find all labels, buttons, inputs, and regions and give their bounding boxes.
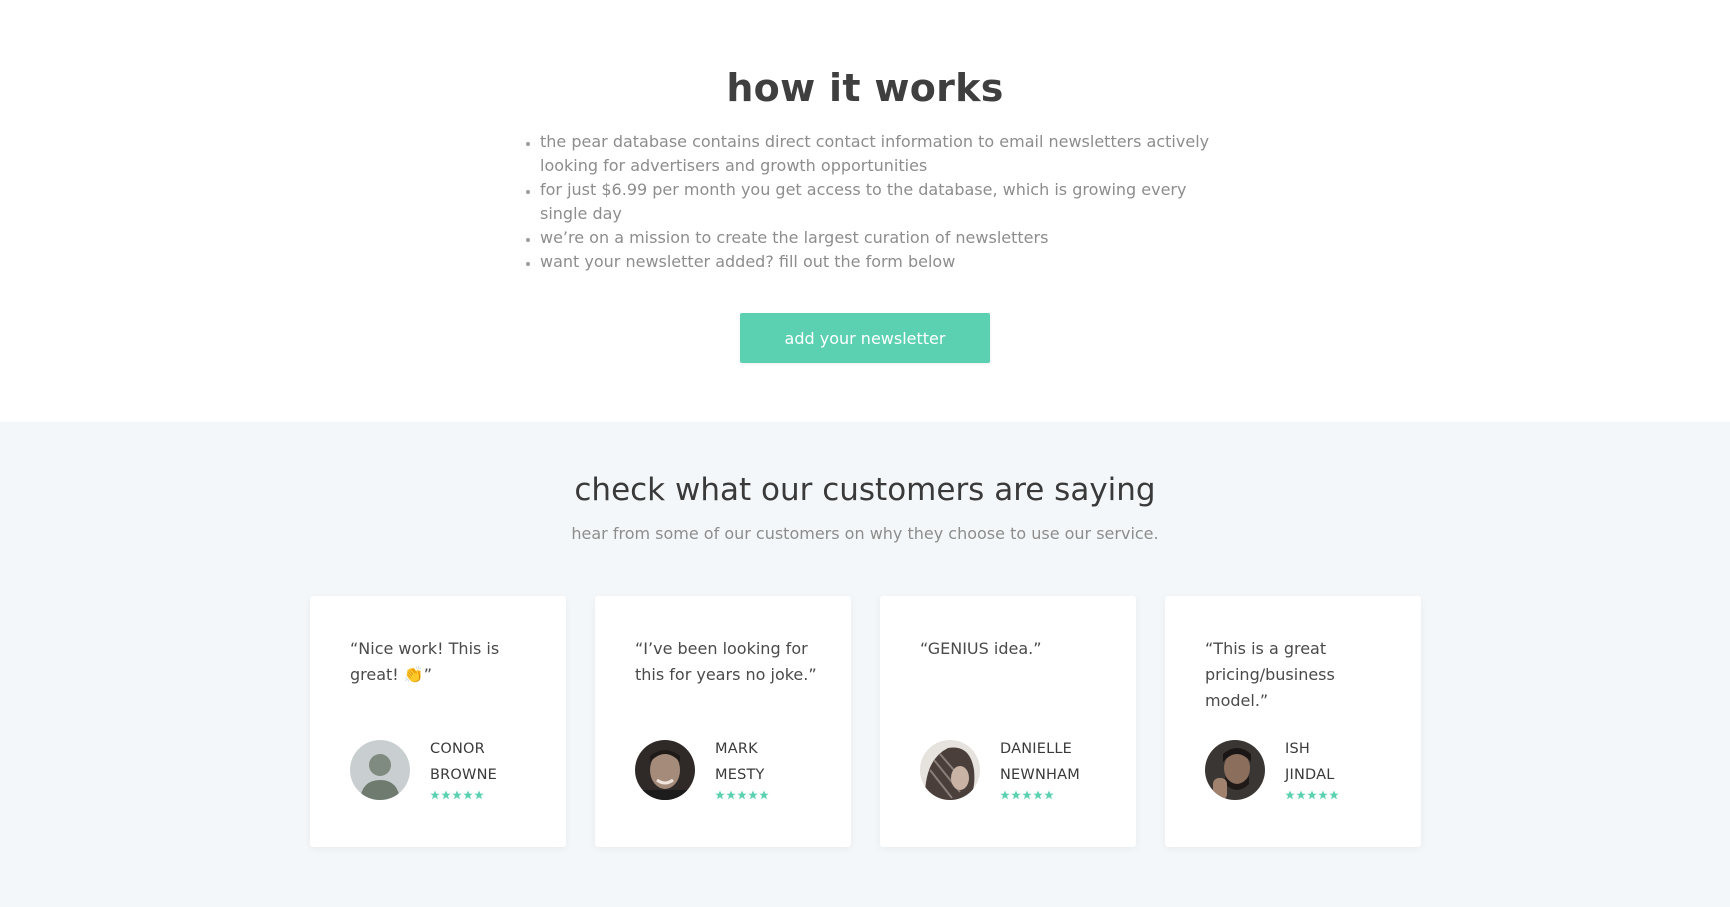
- author-name: MARK MESTY: [715, 736, 835, 788]
- author-first-name: CONOR: [430, 741, 485, 757]
- star-rating: [1285, 790, 1339, 800]
- star-icon: [748, 790, 758, 800]
- testimonial-card: “Nice work! This is great! 👏” CONOR BROW…: [310, 596, 566, 847]
- author-last-name: BROWNE: [430, 767, 497, 783]
- star-icon: [441, 790, 451, 800]
- star-icon: [715, 790, 725, 800]
- star-icon: [1022, 790, 1032, 800]
- star-icon: [1329, 790, 1339, 800]
- avatar-photo-icon: [920, 740, 980, 800]
- avatar: [920, 740, 980, 800]
- author-first-name: MARK: [715, 741, 758, 757]
- testimonial-card: “This is a great pricing/business model.…: [1165, 596, 1421, 847]
- star-icon: [452, 790, 462, 800]
- star-rating: [715, 790, 769, 800]
- star-icon: [726, 790, 736, 800]
- testimonial-quote: “GENIUS idea.”: [920, 639, 1042, 658]
- star-icon: [463, 790, 473, 800]
- author-first-name: ISH: [1285, 741, 1310, 757]
- star-icon: [759, 790, 769, 800]
- testimonial-quote: “I’ve been looking for this for years no…: [635, 639, 817, 684]
- how-it-works-bullet: for just $6.99 per month you get access …: [540, 178, 1222, 226]
- author-last-name: JINDAL: [1285, 767, 1335, 783]
- star-icon: [737, 790, 747, 800]
- star-icon: [1033, 790, 1043, 800]
- star-icon: [1011, 790, 1021, 800]
- star-rating: [430, 790, 484, 800]
- avatar: [1205, 740, 1265, 800]
- star-rating: [1000, 790, 1054, 800]
- testimonial-card: “GENIUS idea.” DANIELLE NEWNHAM: [880, 596, 1136, 847]
- testimonial-quote: “This is a great pricing/business model.…: [1205, 639, 1335, 710]
- testimonials-title: check what our customers are saying: [574, 472, 1156, 508]
- avatar-placeholder-icon: [350, 740, 410, 800]
- testimonials-section: check what our customers are saying hear…: [0, 422, 1730, 907]
- author-name: CONOR BROWNE: [430, 736, 550, 788]
- add-newsletter-button[interactable]: add your newsletter: [740, 313, 990, 363]
- star-icon: [474, 790, 484, 800]
- avatar: [350, 740, 410, 800]
- author-last-name: MESTY: [715, 767, 765, 783]
- testimonial-quote: “Nice work! This is great! 👏”: [350, 639, 500, 684]
- how-it-works-bullet: want your newsletter added? fill out the…: [540, 250, 1222, 274]
- star-icon: [1307, 790, 1317, 800]
- author-name: DANIELLE NEWNHAM: [1000, 736, 1120, 788]
- star-icon: [1000, 790, 1010, 800]
- avatar: [635, 740, 695, 800]
- how-it-works-list: the pear database contains direct contac…: [522, 130, 1222, 274]
- avatar-photo-icon: [1205, 740, 1265, 800]
- author-first-name: DANIELLE: [1000, 741, 1073, 757]
- star-icon: [1296, 790, 1306, 800]
- testimonial-card: “I’ve been looking for this for years no…: [595, 596, 851, 847]
- how-it-works-section: how it works the pear database contains …: [0, 0, 1730, 422]
- star-icon: [1285, 790, 1295, 800]
- testimonials-subtitle: hear from some of our customers on why t…: [571, 524, 1159, 543]
- star-icon: [430, 790, 440, 800]
- how-it-works-title: how it works: [726, 66, 1004, 110]
- avatar-photo-icon: [635, 740, 695, 800]
- how-it-works-bullet: the pear database contains direct contac…: [540, 130, 1222, 178]
- author-last-name: NEWNHAM: [1000, 767, 1080, 783]
- author-name: ISH JINDAL: [1285, 736, 1405, 788]
- how-it-works-bullet: we’re on a mission to create the largest…: [540, 226, 1222, 250]
- star-icon: [1318, 790, 1328, 800]
- star-icon: [1044, 790, 1054, 800]
